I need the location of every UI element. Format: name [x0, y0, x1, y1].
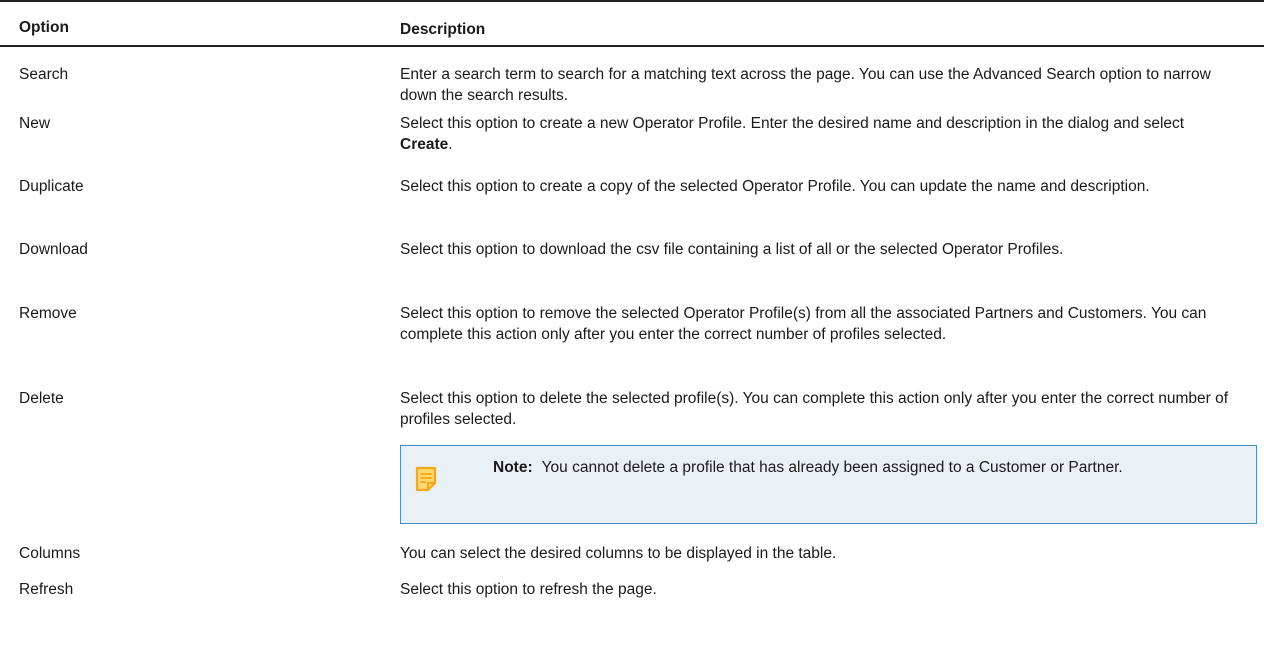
- description-text: Select this option to create a new Opera…: [400, 115, 1185, 132]
- table-header-row: Option Description: [0, 2, 1264, 47]
- option-description: Select this option to create a copy of t…: [400, 178, 1150, 195]
- option-description-cell: Select this option to delete the selecte…: [400, 388, 1264, 543]
- header-description: Description: [400, 21, 486, 38]
- option-name: Refresh: [19, 581, 74, 598]
- table-row: New Select this option to create a new O…: [0, 111, 1264, 175]
- table-row: Remove Select this option to remove the …: [0, 303, 1264, 387]
- option-name: Search: [19, 66, 69, 83]
- option-name: Duplicate: [19, 178, 84, 195]
- create-keyword: Create: [400, 136, 449, 153]
- option-description: Select this option to delete the selecte…: [400, 390, 1229, 428]
- note-body: You cannot delete a profile that has alr…: [541, 459, 1123, 476]
- option-description: Select this option to refresh the page.: [400, 581, 657, 598]
- table-row: Refresh Select this option to refresh th…: [0, 579, 1264, 600]
- option-description: Select this option to remove the selecte…: [400, 305, 1207, 343]
- option-description: Select this option to create a new Opera…: [400, 113, 1264, 155]
- option-name: Remove: [19, 305, 77, 322]
- note-callout: Note: You cannot delete a profile that h…: [400, 445, 1257, 524]
- option-name: Columns: [19, 545, 81, 562]
- table-row: Delete Select this option to delete the …: [0, 387, 1264, 543]
- table-row: Duplicate Select this option to create a…: [0, 175, 1264, 238]
- option-name: Delete: [19, 390, 64, 407]
- note-text: Note: You cannot delete a profile that h…: [493, 457, 1213, 478]
- option-name: New: [19, 115, 51, 132]
- table-row: Columns You can select the desired colum…: [0, 543, 1264, 579]
- option-description: Select this option to download the csv f…: [400, 241, 1064, 258]
- note-icon: [415, 466, 449, 498]
- option-description: Enter a search term to search for a matc…: [400, 66, 1211, 104]
- note-label: Note:: [493, 459, 533, 476]
- header-option: Option: [19, 19, 69, 36]
- table-row: Search Enter a search term to search for…: [0, 47, 1264, 111]
- option-name: Download: [19, 241, 88, 258]
- description-suffix: .: [448, 136, 453, 153]
- options-table: Option Description Search Enter a search…: [0, 0, 1264, 600]
- table-row: Download Select this option to download …: [0, 238, 1264, 303]
- option-description: You can select the desired columns to be…: [400, 545, 837, 562]
